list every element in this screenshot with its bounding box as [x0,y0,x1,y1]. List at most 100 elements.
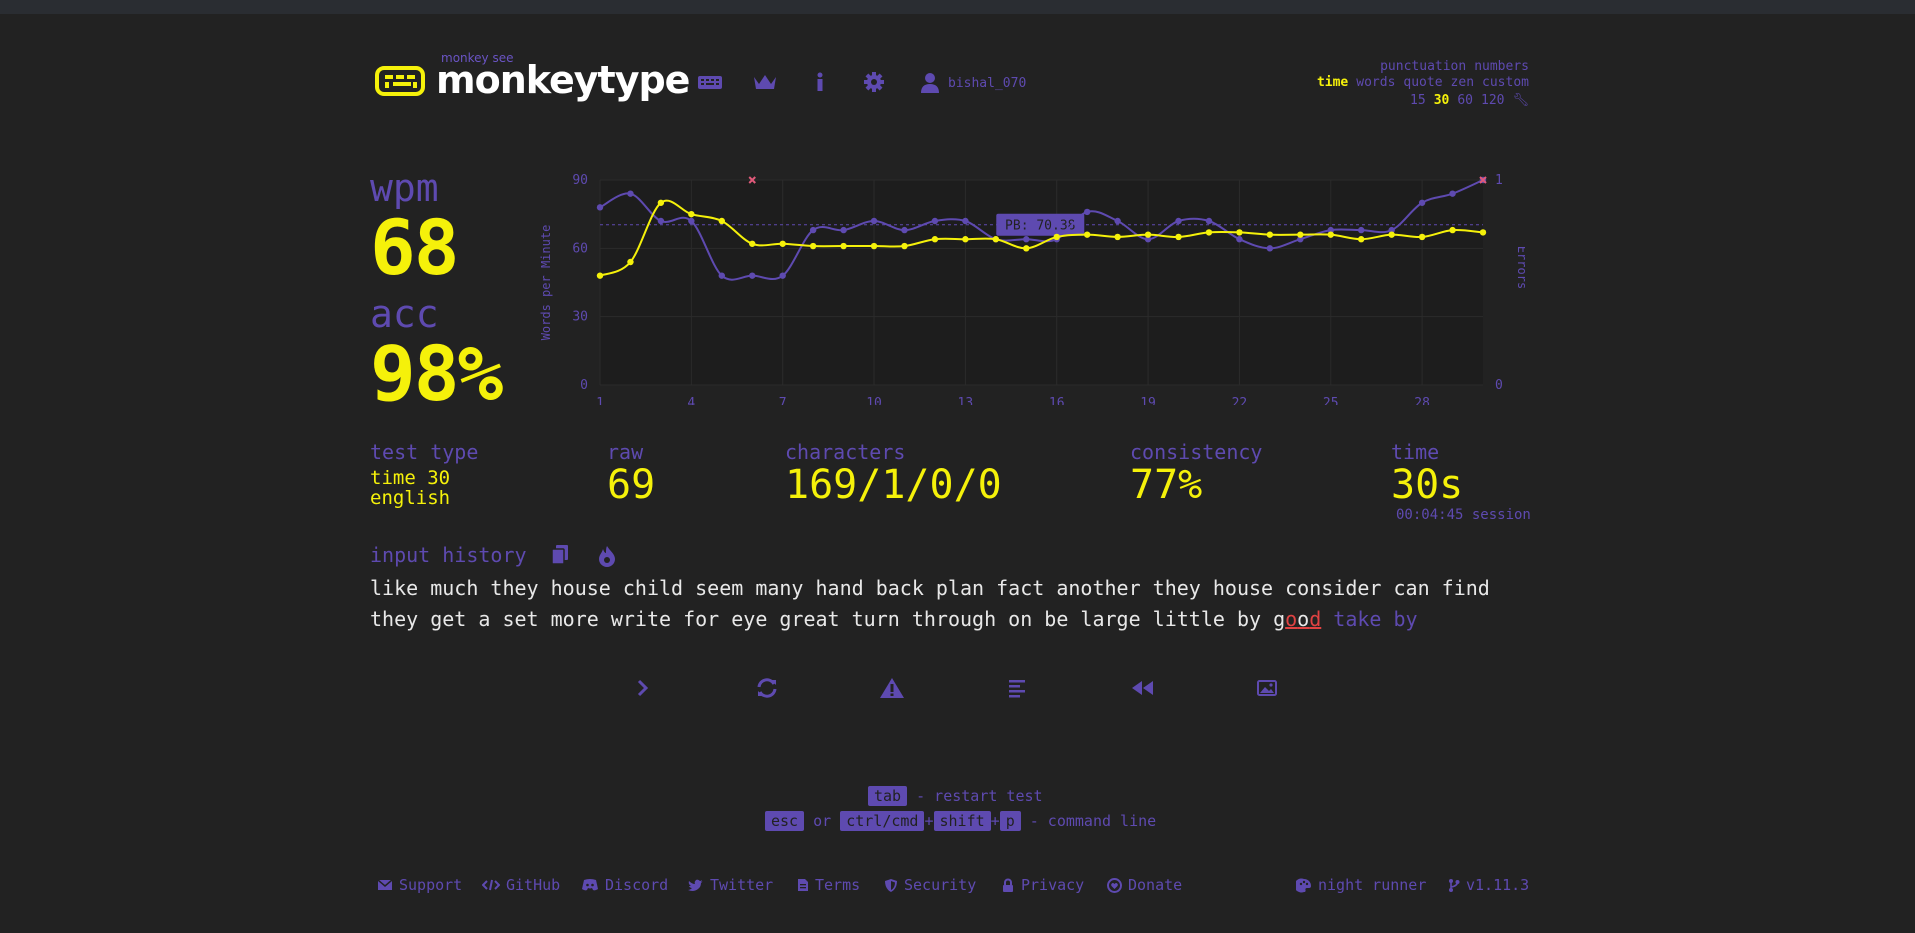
session-time: 00:04:45 session [1396,507,1531,523]
data-point [901,226,908,234]
data-point [657,199,665,206]
data-point [1479,229,1487,236]
logo-title[interactable]: monkeytype [436,58,690,102]
time-120[interactable]: 120 [1481,93,1504,108]
test-type-line2: english [370,487,451,509]
data-point [1083,231,1091,238]
hint-restart: tab - restart test [868,786,1043,806]
data-point [779,272,786,279]
characters-label: characters [785,440,906,464]
data-point [1175,233,1182,241]
tab-key: tab [868,786,908,806]
mode-quote[interactable]: quote [1403,75,1442,90]
data-point [688,210,695,218]
logo-icon[interactable] [375,66,425,96]
mode-words[interactable]: words [1356,75,1395,90]
footer-privacy[interactable]: Privacy [1001,876,1084,894]
mode-custom[interactable]: custom [1482,75,1529,90]
footer-twitter[interactable]: Twitter [688,876,773,894]
footer-github[interactable]: GitHub [482,876,560,894]
data-point [749,240,756,247]
data-point [718,217,725,225]
y2-axis-label: Errors [1515,246,1525,289]
data-point [1205,217,1213,225]
y2-tick-label: 1 [1495,173,1503,188]
time-15[interactable]: 15 [1410,93,1426,108]
data-point [1358,226,1365,234]
x-tick-label: 13 [958,396,974,405]
crown-icon[interactable] [751,70,779,94]
gear-icon[interactable] [860,70,888,94]
data-point [1418,233,1426,241]
next-test-icon[interactable] [628,676,658,700]
plot-area [600,180,1483,385]
donate-icon [1107,877,1122,893]
data-point [1418,199,1426,206]
characters-value: 169/1/0/0 [785,462,1002,508]
data-point [840,226,847,234]
word-history-icon[interactable] [1002,676,1032,700]
shift-key: shift [933,811,991,831]
copy-icon[interactable] [550,544,570,566]
burst-heatmap-icon[interactable] [596,545,618,567]
data-point [1023,245,1030,252]
footer-discord[interactable]: Discord [581,876,668,894]
data-point [1023,236,1030,243]
time-value: 30s [1391,462,1464,508]
data-point [962,236,969,243]
account-link[interactable]: bishal_070 [920,72,1026,94]
input-history-line2: they get a set more write for eye great … [370,607,1418,631]
footer-security[interactable]: Security [884,876,976,894]
x-tick-label: 7 [779,396,787,405]
code-icon [482,879,500,891]
data-point [1358,236,1365,243]
x-tick-label: 22 [1232,396,1248,405]
time-label: time [1391,440,1440,464]
replay-icon[interactable] [1128,676,1158,700]
data-point [1266,245,1274,252]
time-60[interactable]: 60 [1457,93,1473,108]
p-key: p [999,811,1021,831]
y-tick-label: 60 [572,241,588,256]
data-point [901,242,908,250]
data-point [1083,208,1091,216]
y2-tick-label: 0 [1495,378,1503,393]
data-point [1236,236,1243,243]
data-point [1144,231,1152,238]
restart-icon[interactable] [752,676,782,700]
info-icon[interactable] [806,70,834,94]
hint-command-line: esc or ctrl/cmd + shift + p - command line [765,811,1156,831]
data-point [809,226,817,234]
discord-icon [582,879,598,891]
data-point [1114,217,1121,225]
footer-theme[interactable]: night runner [1296,876,1426,894]
screenshot-icon[interactable] [1252,676,1282,700]
data-point [870,217,878,225]
x-tick-label: 19 [1140,396,1156,405]
y-tick-label: 90 [572,173,588,188]
numbers-toggle[interactable]: numbers [1474,59,1529,74]
mode-time[interactable]: time [1317,75,1348,90]
warning-icon[interactable] [877,676,907,700]
mode-zen[interactable]: zen [1451,75,1474,90]
data-point [992,236,1000,243]
data-point [1114,233,1121,241]
data-point [688,217,695,225]
data-point [1297,231,1304,238]
typed-text: they get a set more write for eye great … [370,607,1286,631]
footer-donate[interactable]: Donate [1107,876,1182,894]
keyboard-icon[interactable] [696,70,724,94]
data-point [1327,231,1334,238]
time-30[interactable]: 30 [1434,93,1450,108]
footer-version[interactable]: v1.11.3 [1448,876,1529,894]
footer-support[interactable]: Support [377,876,462,894]
footer-terms[interactable]: Terms [797,876,860,894]
data-point [749,272,756,279]
test-type-line1: time 30 [370,467,451,489]
data-point [1236,229,1243,236]
punctuation-toggle[interactable]: punctuation [1380,59,1466,74]
y-tick-label: 30 [572,310,588,325]
browser-top-strip [0,0,1915,14]
wrench-icon[interactable]: 🔧︎ [1512,93,1529,108]
mode-row: time words quote zen custom [1309,75,1529,90]
